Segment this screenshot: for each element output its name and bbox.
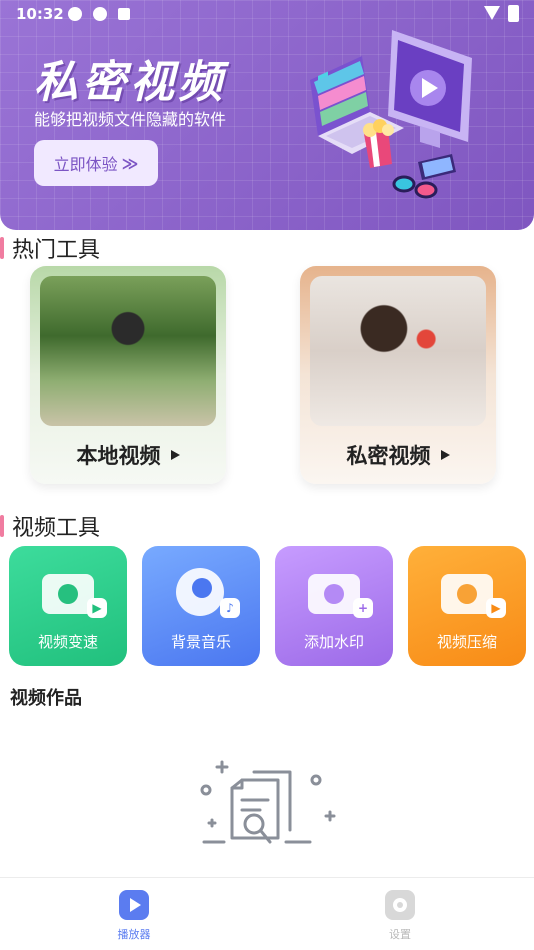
local-video-card[interactable]: 本地视频 xyxy=(30,266,226,484)
works-title: 视频作品 xyxy=(10,688,82,709)
monitor-icon xyxy=(388,30,472,148)
music-note-badge-icon: ♪ xyxy=(220,598,240,618)
3d-glasses-icon xyxy=(392,175,438,199)
local-video-thumbnail xyxy=(40,276,216,426)
private-video-card[interactable]: 私密视频 xyxy=(300,266,496,484)
tool-add-watermark-label: 添加水印 xyxy=(303,633,364,651)
hot-tools-label: 热门工具 xyxy=(12,238,101,263)
chevron-right-icon: ≫ xyxy=(121,153,139,173)
music-icon xyxy=(176,568,224,616)
play-icon xyxy=(440,450,450,460)
tool-video-compress[interactable]: ▶ 视频压缩 xyxy=(408,546,526,666)
nav-settings-label: 设置 xyxy=(389,928,411,941)
nav-player-label: 播放器 xyxy=(117,928,151,941)
private-video-label: 私密视频 xyxy=(346,444,431,468)
empty-state-icon xyxy=(200,760,336,844)
tool-video-compress-label: 视频压缩 xyxy=(436,633,497,651)
private-video-label-row: 私密视频 xyxy=(310,440,486,470)
try-now-button[interactable]: 立即体验 ≫ xyxy=(34,140,158,186)
app-notification-icon xyxy=(68,7,82,21)
video-tools-title: 视频工具 xyxy=(0,510,100,542)
local-video-label: 本地视频 xyxy=(76,444,161,468)
popcorn-icon xyxy=(363,119,394,168)
tool-background-music[interactable]: ♪ 背景音乐 xyxy=(142,546,260,666)
phone-icon xyxy=(418,154,456,180)
nav-settings[interactable]: 设置 xyxy=(360,890,440,942)
battery-icon xyxy=(508,5,519,22)
local-video-label-row: 本地视频 xyxy=(40,440,216,470)
tool-video-speed-label: 视频变速 xyxy=(37,633,98,651)
banner-illustration xyxy=(310,30,472,199)
private-video-thumbnail xyxy=(310,276,486,426)
play-icon xyxy=(170,450,180,460)
banner-subtitle: 能够把视频文件隐藏的软件 xyxy=(34,110,227,129)
play-badge-icon: ▶ xyxy=(486,598,506,618)
bottom-nav: 播放器 设置 xyxy=(0,877,534,950)
wifi-icon xyxy=(484,6,500,20)
nav-player[interactable]: 播放器 xyxy=(94,890,174,942)
tool-background-music-label: 背景音乐 xyxy=(170,633,231,651)
accent-bar xyxy=(0,515,4,537)
try-now-label: 立即体验 xyxy=(53,155,118,174)
app-notification-icon xyxy=(93,7,107,21)
hot-tools-title: 热门工具 xyxy=(0,232,100,264)
settings-icon xyxy=(385,890,415,920)
notification-icon xyxy=(118,8,130,20)
tool-video-speed[interactable]: ▶ 视频变速 xyxy=(9,546,127,666)
hero-banner[interactable]: 10:32 私密视频 能够把视频文件隐藏的软件 立即体验 ≫ xyxy=(0,0,534,230)
video-tools-label: 视频工具 xyxy=(12,516,101,541)
banner-title: 私密视频 xyxy=(34,57,226,108)
status-time: 10:32 xyxy=(16,5,64,23)
play-icon xyxy=(119,890,149,920)
tool-add-watermark[interactable]: + 添加水印 xyxy=(275,546,393,666)
plus-badge-icon: + xyxy=(353,598,373,618)
accent-bar xyxy=(0,237,4,259)
status-bar: 10:32 xyxy=(0,0,534,28)
play-badge-icon: ▶ xyxy=(87,598,107,618)
